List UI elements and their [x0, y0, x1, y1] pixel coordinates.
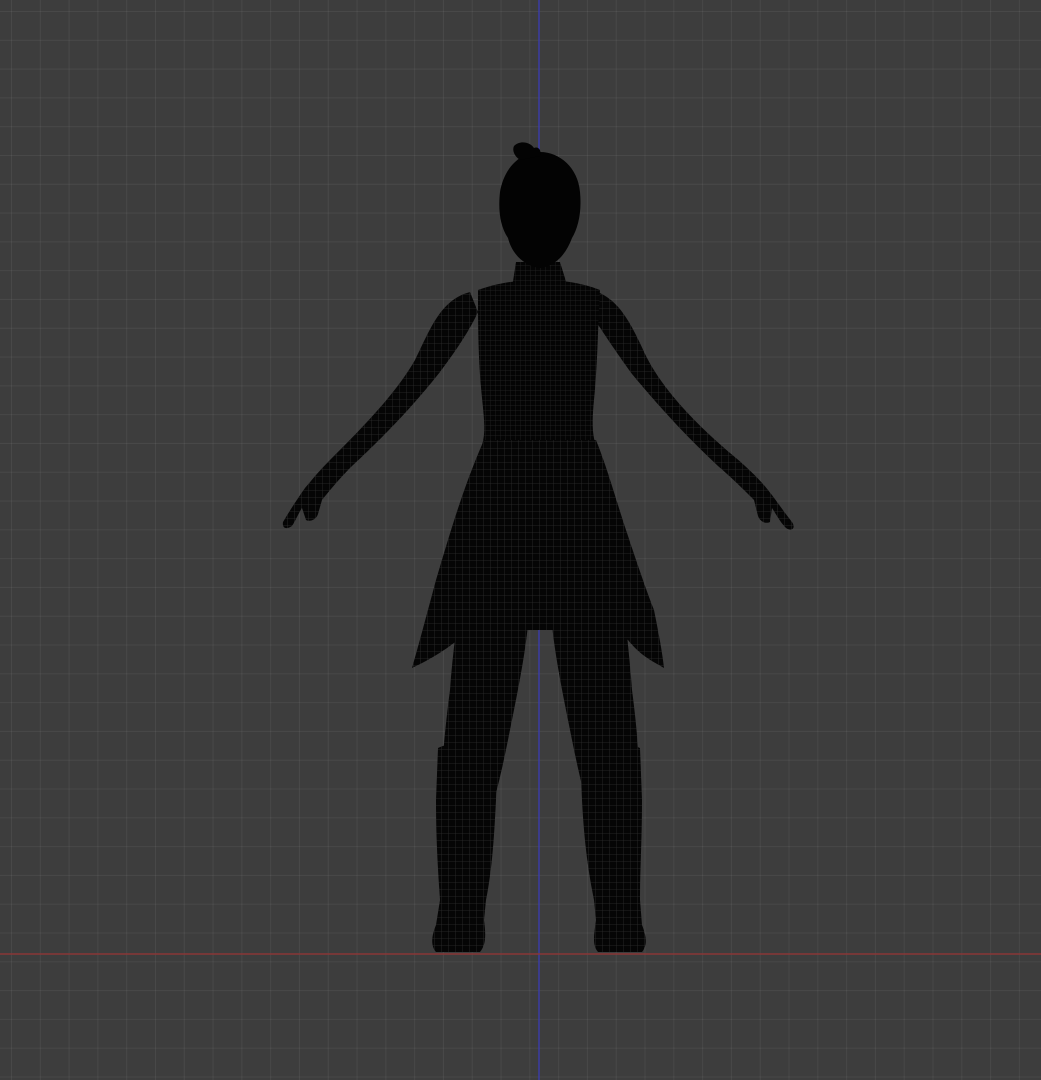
3d-viewport[interactable] [0, 0, 1041, 1080]
right-arm [590, 290, 794, 530]
head [499, 152, 581, 268]
left-boot [432, 742, 498, 952]
right-boot [580, 743, 646, 952]
left-arm [282, 292, 478, 529]
character-mesh[interactable] [282, 142, 794, 952]
torso [478, 280, 600, 445]
viewport-canvas[interactable] [0, 0, 1041, 1080]
